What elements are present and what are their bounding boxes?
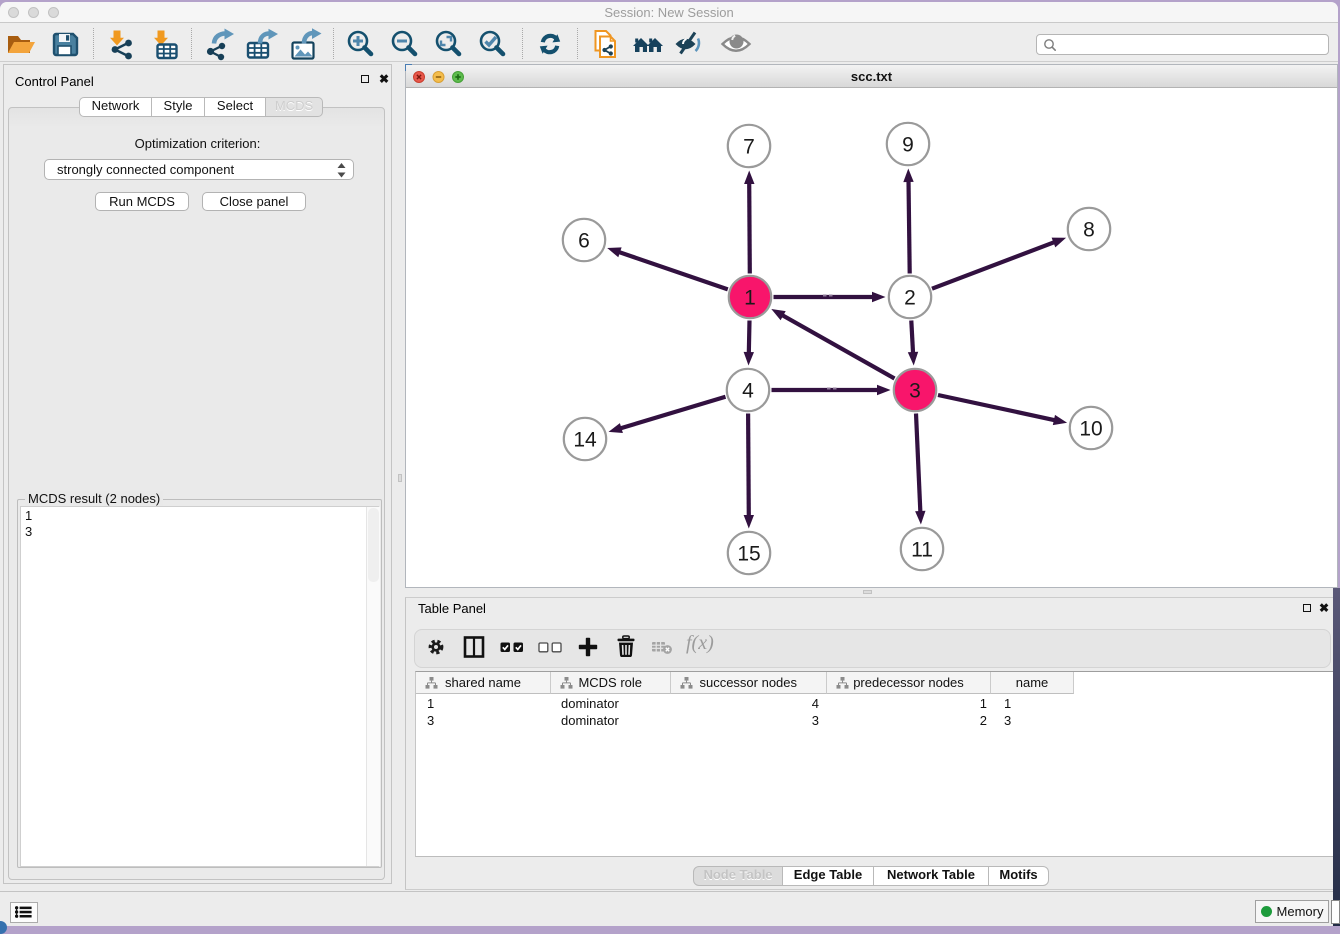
svg-text:8: 8 — [1083, 219, 1095, 242]
svg-text:4: 4 — [742, 380, 754, 403]
svg-text:3: 3 — [909, 380, 921, 403]
svg-text:14: 14 — [573, 429, 597, 452]
svg-text:9: 9 — [902, 134, 914, 157]
svg-text:2: 2 — [904, 287, 916, 310]
svg-text:10: 10 — [1079, 418, 1102, 441]
svg-text:7: 7 — [743, 136, 755, 159]
svg-text:15: 15 — [737, 543, 760, 566]
svg-text:6: 6 — [578, 230, 590, 253]
svg-text:11: 11 — [911, 539, 933, 562]
svg-text:1: 1 — [744, 287, 756, 310]
